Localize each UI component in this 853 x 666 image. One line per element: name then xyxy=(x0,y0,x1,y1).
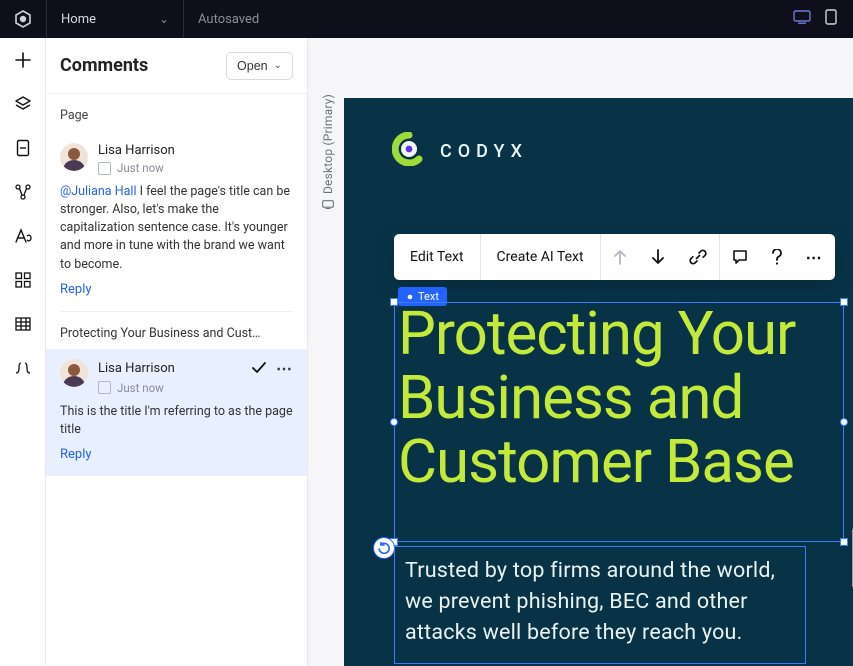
resize-handle[interactable] xyxy=(390,418,398,426)
resize-handle[interactable] xyxy=(390,298,398,306)
brand-header: CODYX xyxy=(344,98,853,194)
create-ai-text-button[interactable]: Create AI Text xyxy=(481,234,600,280)
resize-handle[interactable] xyxy=(840,298,848,306)
chevron-down-icon: ⌄ xyxy=(159,12,169,26)
filter-open-button[interactable]: Open ⌄ xyxy=(226,52,293,80)
comment-body: This is the title I'm referring to as th… xyxy=(60,403,293,439)
grid-icon[interactable] xyxy=(13,270,33,290)
canvas[interactable]: Desktop (Primary) CODYX Edit Text xyxy=(308,38,853,666)
comment-time: Just now xyxy=(117,161,164,175)
table-icon[interactable] xyxy=(13,314,33,334)
arrow-down-icon[interactable] xyxy=(639,234,677,280)
hexagon-icon xyxy=(14,10,32,28)
section-label-page: Page xyxy=(60,108,293,123)
tool-rail xyxy=(0,38,46,666)
page-selector[interactable]: Home ⌄ xyxy=(46,0,184,38)
reply-button[interactable]: Reply xyxy=(60,282,293,297)
mobile-preview-icon[interactable] xyxy=(825,9,837,29)
page-name: Home xyxy=(61,12,96,27)
thread-target-title[interactable]: Protecting Your Business and Cust… xyxy=(60,312,293,349)
master-page-icon[interactable] xyxy=(13,138,33,158)
comment-icon[interactable] xyxy=(720,234,760,280)
add-icon[interactable] xyxy=(13,50,33,70)
element-toolbar: Edit Text Create AI Text xyxy=(394,234,835,280)
page-subhead[interactable]: Trusted by top firms around the world, w… xyxy=(405,555,795,649)
app-logo[interactable] xyxy=(0,0,46,38)
comment-author: Lisa Harrison xyxy=(98,361,175,376)
typography-icon[interactable] xyxy=(13,226,33,246)
topbar: Home ⌄ Autosaved xyxy=(0,0,853,38)
resize-handle[interactable] xyxy=(840,418,848,426)
link-icon[interactable] xyxy=(677,234,719,280)
layers-icon[interactable] xyxy=(13,94,33,114)
resize-handle[interactable] xyxy=(840,538,848,546)
mention[interactable]: @Juliana Hall xyxy=(60,184,137,199)
filter-label: Open xyxy=(237,59,268,73)
reply-button[interactable]: Reply xyxy=(60,447,293,462)
brand-name: CODYX xyxy=(440,141,528,162)
comment-item[interactable]: Lisa Harrison Just now @Juliana Hall I f… xyxy=(60,133,293,312)
desktop-preview-icon[interactable] xyxy=(793,10,811,28)
avatar xyxy=(60,359,88,387)
more-icon[interactable]: ⋯ xyxy=(276,359,293,378)
resolve-checkbox[interactable] xyxy=(98,381,111,394)
edit-text-button[interactable]: Edit Text xyxy=(394,234,480,280)
help-icon[interactable] xyxy=(760,234,794,280)
selection-box[interactable] xyxy=(394,302,844,542)
secondary-selection[interactable]: Trusted by top firms around the world, w… xyxy=(394,546,806,664)
resolve-checkbox[interactable] xyxy=(98,162,111,175)
comment-time: Just now xyxy=(117,381,164,395)
comment-author: Lisa Harrison xyxy=(98,143,175,158)
checkmark-icon[interactable] xyxy=(252,359,266,378)
avatar xyxy=(60,143,88,171)
comment-body: @Juliana Hall I feel the page's title ca… xyxy=(60,183,293,274)
comments-panel: Comments Open ⌄ Page Lisa Harrison xyxy=(46,38,308,666)
code-icon[interactable] xyxy=(13,358,33,378)
chevron-down-icon: ⌄ xyxy=(274,60,282,71)
panel-header: Comments Open ⌄ xyxy=(46,38,307,94)
connections-icon[interactable] xyxy=(13,182,33,202)
desktop-icon xyxy=(322,200,334,209)
brand-logo-icon xyxy=(392,132,426,170)
comment-item-selected[interactable]: Lisa Harrison ⋯ Just now xyxy=(46,349,307,476)
more-icon[interactable]: ⋯ xyxy=(794,234,835,280)
arrow-up-icon[interactable] xyxy=(601,234,639,280)
breakpoint-label[interactable]: Desktop (Primary) xyxy=(320,94,336,254)
revert-icon[interactable] xyxy=(374,538,394,558)
panel-title: Comments xyxy=(60,55,148,76)
autosave-status: Autosaved xyxy=(184,12,273,27)
page-stage[interactable]: CODYX Edit Text Create AI Text xyxy=(344,98,853,666)
